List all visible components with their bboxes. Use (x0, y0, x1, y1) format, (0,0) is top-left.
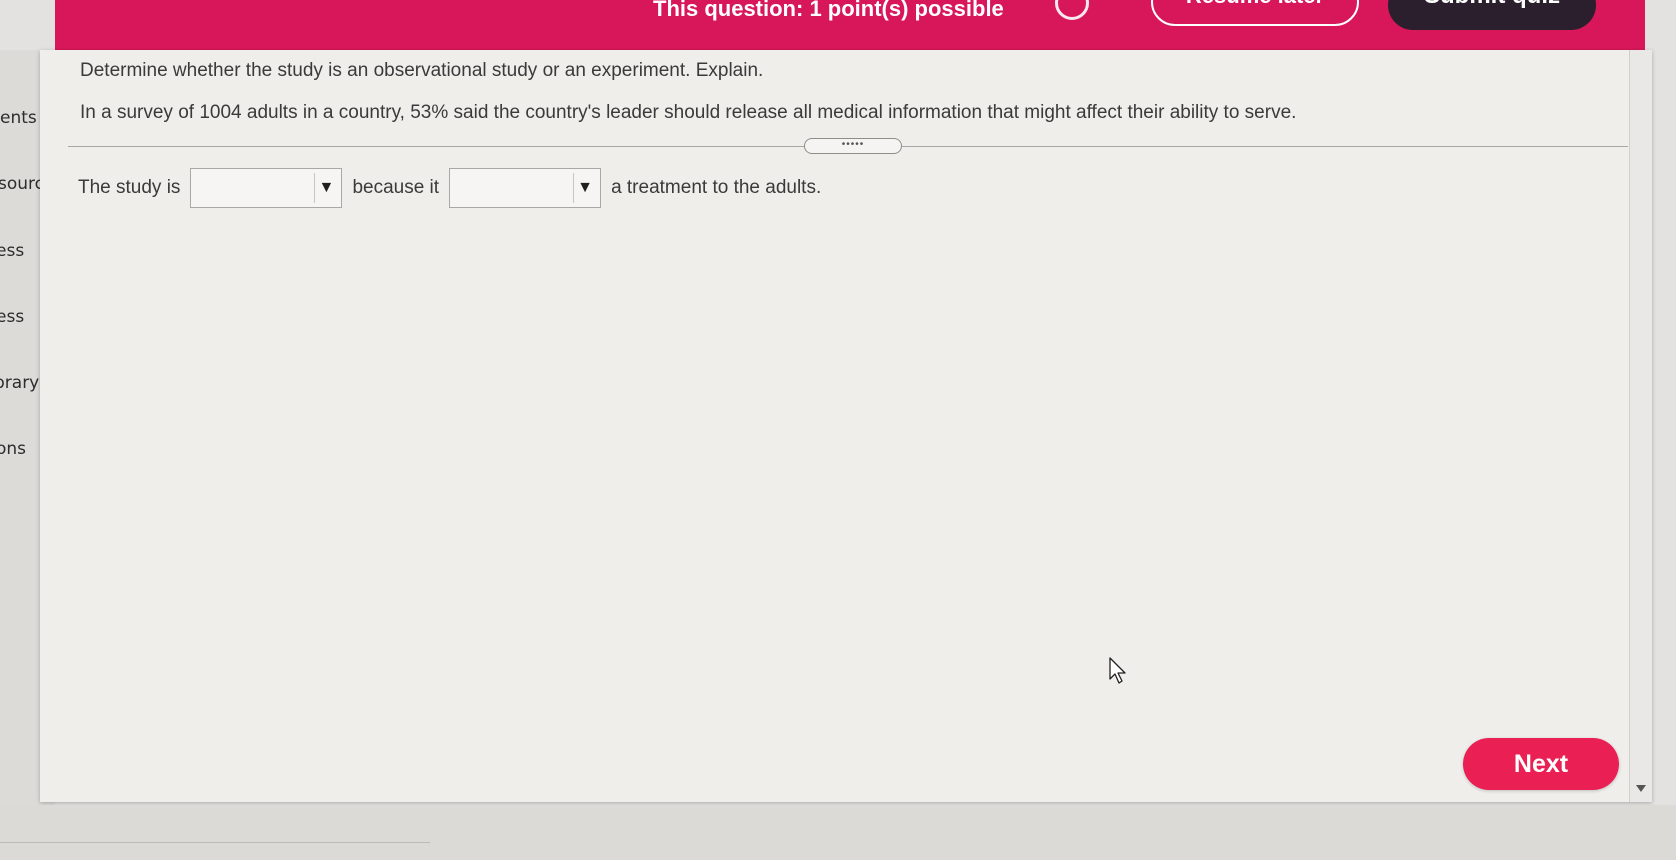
question-problem-text: In a survey of 1004 adults in a country,… (80, 102, 1297, 123)
sidebar-item-0[interactable]: ents (0, 108, 37, 128)
question-instruction: Determine whether the study is an observ… (80, 60, 764, 81)
answer-middle-text: because it (352, 177, 440, 198)
bottom-divider (0, 842, 430, 843)
sidebar-item-3[interactable]: ess (0, 307, 24, 327)
answer-suffix-text: a treatment to the adults. (611, 177, 822, 198)
submit-quiz-button[interactable]: Submit quiz (1388, 0, 1596, 30)
sidebar-item-5[interactable]: ons (0, 439, 26, 459)
mouse-pointer-icon (1109, 657, 1126, 684)
quiz-header-bar: This question: 1 point(s) possible Resum… (55, 0, 1645, 54)
sidebar-item-4[interactable]: brary (0, 373, 39, 393)
treatment-dropdown[interactable]: ▼ (449, 168, 602, 208)
question-panel: Determine whether the study is an observ… (40, 50, 1652, 802)
gear-icon[interactable] (1055, 0, 1089, 20)
next-button[interactable]: Next (1463, 738, 1619, 790)
chevron-down-icon: ▼ (573, 173, 596, 203)
scroll-down-arrow-icon[interactable] (1636, 785, 1646, 792)
vertical-scrollbar[interactable] (1629, 50, 1652, 802)
splitter-handle[interactable]: ••••• (804, 138, 902, 154)
sidebar-item-2[interactable]: ess (0, 241, 24, 261)
question-points-title: This question: 1 point(s) possible (653, 0, 1004, 21)
answer-prefix-text: The study is (78, 177, 181, 198)
sidebar-item-1[interactable]: sourc (0, 174, 44, 194)
study-type-dropdown[interactable]: ▼ (190, 168, 343, 208)
bottom-strip (0, 805, 1676, 860)
answer-row: The study is ▼ because it ▼ a treatment … (78, 166, 821, 210)
resume-later-button[interactable]: Resume later (1151, 0, 1359, 26)
chevron-down-icon: ▼ (314, 173, 337, 203)
